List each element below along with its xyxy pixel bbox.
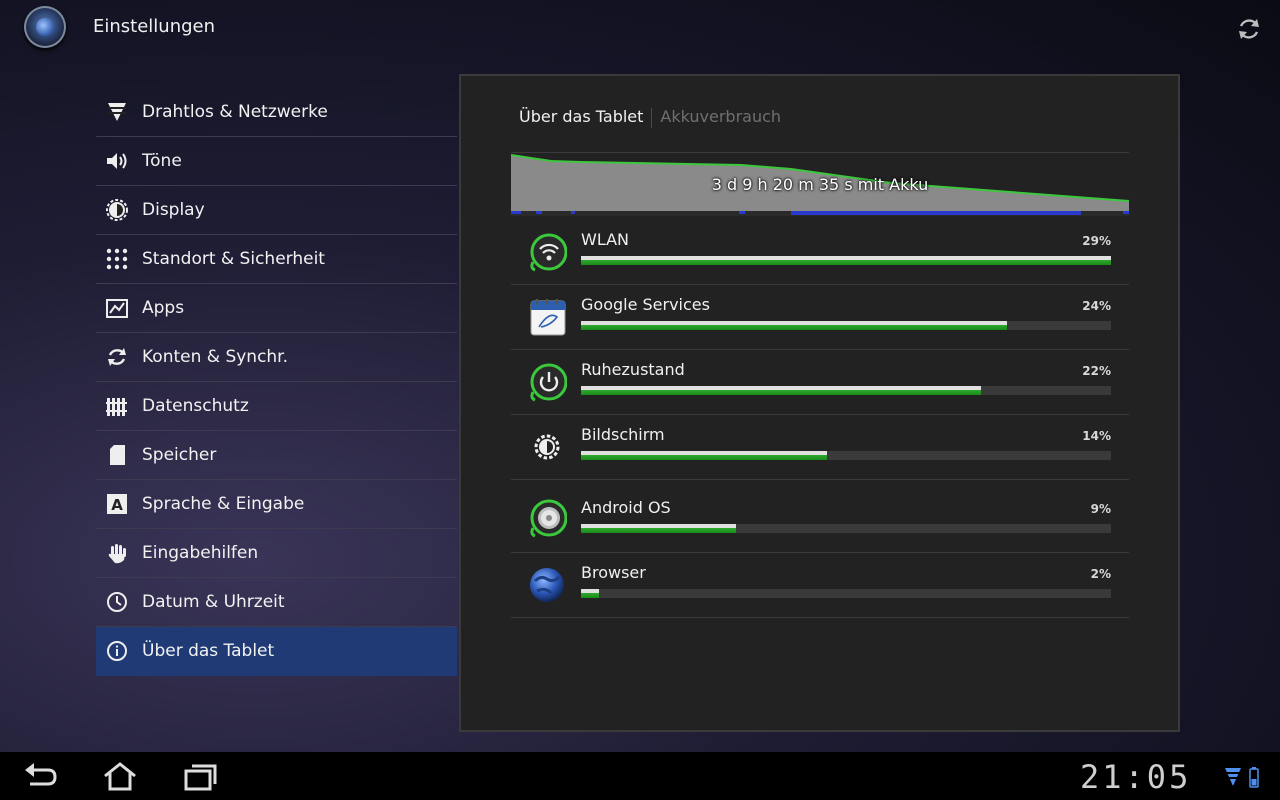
breadcrumb-divider [651,107,653,128]
fence-icon [105,394,129,418]
apps-icon [105,296,129,320]
usage-bar-fill [581,256,1111,265]
brightness-icon [105,198,129,222]
menu-item-date-time[interactable]: Datum & Uhrzeit [96,578,457,627]
menu-item-storage[interactable]: Speicher [96,431,457,480]
usage-bar [581,451,1111,460]
back-icon[interactable] [22,762,58,792]
usage-percent: 29% [1082,234,1111,248]
menu-item-label: Eingabehilfen [142,543,259,563]
clock-icon [105,590,129,614]
usage-percent: 2% [1090,567,1111,581]
menu-item-label: Über das Tablet [142,641,275,661]
usage-name: Browser [581,563,646,582]
menu-item-label: Sprache & Eingabe [142,494,305,514]
menu-item-label: Datenschutz [142,396,249,416]
calendar-icon [530,299,566,336]
sync-icon[interactable] [1236,16,1262,42]
usage-name: Google Services [581,295,710,314]
sync-icon [105,345,129,369]
usage-row-browser[interactable]: Browser 2% [511,553,1129,618]
menu-item-label: Apps [142,298,185,318]
battery-history-graph[interactable]: 3 d 9 h 20 m 35 s mit Akku [511,152,1129,219]
usage-name: WLAN [581,230,630,249]
wifi-icon [530,233,567,272]
battery-time-label: 3 d 9 h 20 m 35 s mit Akku [711,175,929,194]
menu-item-label: Datum & Uhrzeit [142,592,285,612]
recent-apps-icon[interactable] [182,762,218,792]
menu-item-about-tablet[interactable]: Über das Tablet [96,627,457,676]
usage-row-android-os[interactable]: Android OS 9% [511,480,1129,553]
power-icon [530,363,567,402]
battery-usage-panel: Über das Tablet Akkuverbrauch 3 d 9 h 20 … [459,74,1180,732]
brightness-icon [534,434,560,460]
usage-name: Android OS [581,498,671,517]
settings-app-icon[interactable] [24,6,66,48]
globe-icon [530,568,564,602]
usage-bar-fill [581,589,600,598]
action-bar: Einstellungen [0,0,1280,56]
wifi-icon [105,100,129,124]
usage-percent: 14% [1082,429,1111,443]
menu-item-accounts-sync[interactable]: Konten & Synchr. [96,333,457,382]
svg-text:A: A [111,496,123,514]
usage-row-google-services[interactable]: Google Services 24% [511,285,1129,350]
menu-item-language-input[interactable]: A Sprache & Eingabe [96,480,457,529]
menu-item-label: Standort & Sicherheit [142,249,325,269]
android-os-icon [530,499,567,538]
menu-item-label: Konten & Synchr. [142,347,289,367]
usage-row-wlan[interactable]: WLAN 29% [511,220,1129,285]
menu-item-location-security[interactable]: Standort & Sicherheit [96,235,457,284]
menu-item-accessibility[interactable]: Eingabehilfen [96,529,457,578]
menu-item-sounds[interactable]: Töne [96,137,457,186]
menu-item-label: Drahtlos & Netzwerke [142,102,328,122]
menu-item-label: Töne [142,151,182,171]
usage-bar-fill [581,451,828,460]
breadcrumb: Über das Tablet Akkuverbrauch [519,107,781,128]
location-grid-icon [105,247,129,271]
menu-item-label: Display [142,200,205,220]
menu-item-label: Speicher [142,445,217,465]
speaker-icon [105,149,129,173]
keyboard-a-icon: A [105,492,129,516]
system-bar: 21:05 [0,752,1280,800]
menu-item-privacy[interactable]: Datenschutz [96,382,457,431]
app-title: Einstellungen [93,16,216,37]
usage-bar-fill [581,524,737,533]
status-clock[interactable]: 21:05 [1080,758,1191,796]
usage-row-screen[interactable]: Bildschirm 14% [511,415,1129,480]
usage-bar-fill [581,386,982,395]
usage-bar [581,524,1111,533]
menu-item-display[interactable]: Display [96,186,457,235]
sdcard-icon [105,443,129,467]
usage-bar [581,321,1111,330]
breadcrumb-parent[interactable]: Über das Tablet [519,107,643,126]
usage-bar [581,256,1111,265]
usage-row-idle[interactable]: Ruhezustand 22% [511,350,1129,415]
usage-percent: 24% [1082,299,1111,313]
usage-list: WLAN 29% Google Services 24% Ruhezustand [511,220,1129,618]
usage-percent: 9% [1090,502,1111,516]
usage-name: Bildschirm [581,425,665,444]
usage-bar [581,589,1111,598]
breadcrumb-current: Akkuverbrauch [660,107,782,126]
info-icon [105,639,129,663]
usage-name: Ruhezustand [581,360,685,379]
usage-percent: 22% [1082,364,1111,378]
usage-bar-fill [581,321,1008,330]
hand-icon [105,541,129,565]
wifi-battery-status-icon[interactable] [1224,766,1268,788]
home-icon[interactable] [102,762,138,792]
menu-item-wireless[interactable]: Drahtlos & Netzwerke [96,88,457,137]
settings-menu: Drahtlos & Netzwerke Töne Display Stando… [96,88,457,676]
menu-item-apps[interactable]: Apps [96,284,457,333]
usage-bar [581,386,1111,395]
